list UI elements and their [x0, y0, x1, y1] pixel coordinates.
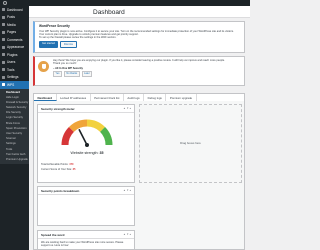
website-strength-label: Website strength: 35 — [70, 151, 104, 155]
tab-permanent-block-list[interactable]: Permanent block list — [91, 94, 124, 101]
spread-the-word-card: Spread the word ▲ ▼ ▴ We are working har… — [37, 230, 135, 250]
comment-icon — [2, 38, 5, 42]
review-text: Hey there! We hope you are enjoying our … — [53, 59, 225, 62]
gauge-needle — [78, 129, 88, 146]
brush-icon — [2, 45, 5, 49]
sidebar-item-dashboard[interactable]: Dashboard — [0, 6, 29, 14]
sidebar-item-plugins[interactable]: Plugins — [0, 51, 29, 59]
review-no-button[interactable]: No thanks — [63, 70, 80, 77]
info-notice: WordFence Security Your WP Security plug… — [33, 21, 245, 53]
card-title: Spread the word — [41, 232, 65, 237]
review-notice: Hey there! We hope you are enjoying our … — [33, 56, 245, 86]
tab-bar: Dashboard Locked IP addresses Permanent … — [33, 93, 245, 101]
sidebar-item-pages[interactable]: Pages — [0, 29, 29, 37]
review-thanks: Thank you so much! — [53, 62, 77, 66]
card-controls[interactable]: ▲ ▼ ▴ — [123, 107, 131, 110]
shield-icon — [2, 83, 5, 87]
wordpress-logo-icon[interactable] — [3, 1, 7, 5]
total-points-value: 470 — [69, 163, 74, 166]
card-controls[interactable]: ▲ ▼ ▴ — [123, 189, 131, 192]
card-text: We are working hard to make your WordPre… — [41, 240, 124, 247]
tab-audit-logs[interactable]: Audit logs — [124, 94, 145, 101]
total-points-row: Total Achievable Points: 470 — [41, 163, 74, 166]
review-signature: – All In One WP Security — [53, 66, 83, 70]
drop-zone-text: Drag boxes here — [180, 141, 201, 145]
sidebar-item-media[interactable]: Media — [0, 21, 29, 29]
title-bar — [29, 6, 250, 18]
plugin-logo-icon — [38, 61, 49, 72]
dashboard-icon — [2, 8, 5, 12]
review-yes-button[interactable]: Yes — [53, 70, 62, 77]
wrench-icon — [2, 68, 5, 72]
tab-locked-ips[interactable]: Locked IP addresses — [57, 94, 91, 101]
security-strength-card: Security strength meter ▲ ▼ ▴ Website st… — [37, 104, 135, 183]
drop-zone[interactable]: Drag boxes here — [139, 104, 242, 183]
card-title: Security points breakdown — [41, 188, 80, 193]
users-icon — [2, 60, 5, 64]
sidebar-item-comments[interactable]: Comments — [0, 36, 29, 44]
gauge-orange-arc — [68, 119, 88, 133]
gauge-needle-hub — [85, 143, 89, 147]
sidebar-item-settings[interactable]: Settings — [0, 74, 29, 82]
sidebar-item-wps[interactable]: WPS — [0, 81, 29, 89]
sidebar-item-posts[interactable]: Posts — [0, 14, 29, 22]
submenu-item[interactable]: Premium Upgrade — [0, 157, 29, 162]
sidebar-item-users[interactable]: Users — [0, 59, 29, 67]
current-score-row: Current Score of Your Site: 35 — [41, 168, 76, 171]
settings-icon — [2, 75, 5, 79]
gauge-red-arc — [61, 126, 75, 146]
notice-text: To set up the firewall please review the… — [39, 36, 117, 40]
main-content: Dashboard WordFence Security Your WP Sec… — [29, 6, 250, 250]
admin-sidebar: Dashboard Posts Media Pages Comments App… — [0, 6, 29, 250]
media-icon — [2, 23, 5, 27]
pin-icon — [2, 15, 5, 19]
tab-premium-upgrade[interactable]: Premium upgrade — [166, 94, 197, 101]
page-title: Dashboard — [93, 9, 125, 16]
sidebar-item-appearance[interactable]: Appearance — [0, 44, 29, 52]
gauge-yellow-arc — [86, 119, 106, 133]
sidebar-item-tools[interactable]: Tools — [0, 66, 29, 74]
get-started-button[interactable]: Get started — [39, 41, 58, 49]
page-icon — [2, 30, 5, 34]
tab-debug-logs[interactable]: Debug logs — [144, 94, 167, 101]
gauge-green-arc — [99, 126, 113, 146]
strength-gauge — [61, 119, 113, 147]
security-points-breakdown-card: Security points breakdown ▲ ▼ ▴ — [37, 186, 135, 226]
notice-heading: WordFence Security — [39, 24, 70, 28]
review-later-button[interactable]: Later — [81, 70, 93, 77]
website-strength-value: 35 — [99, 151, 104, 155]
card-title: Security strength meter — [41, 106, 75, 111]
card-controls[interactable]: ▲ ▼ ▴ — [123, 233, 131, 236]
current-score-value: 35 — [72, 168, 76, 171]
tab-dashboard[interactable]: Dashboard — [34, 94, 57, 101]
plugin-icon — [2, 53, 5, 57]
wps-submenu: Dashboard Hide Login Firewall & Security… — [0, 88, 29, 165]
dismiss-button[interactable]: Dismiss — [59, 41, 77, 49]
